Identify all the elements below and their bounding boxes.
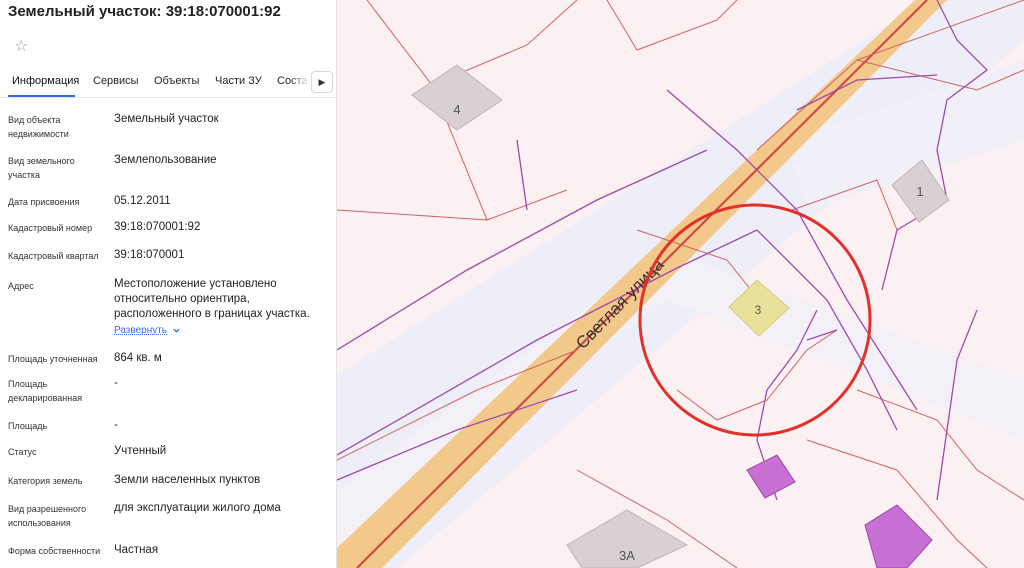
building-4 (411, 64, 503, 131)
field-value-assign-date: 05.12.2011 (114, 195, 171, 207)
tab-fade (290, 66, 310, 97)
tab-info[interactable]: Информация (12, 75, 79, 87)
field-value-parcel-type: Землепользование (114, 154, 217, 166)
field-label-area: Площадь (8, 421, 48, 431)
building-purple-small (746, 454, 796, 499)
field-label-land-category: Категория земель (8, 476, 83, 486)
field-value-area: - (114, 419, 118, 431)
field-label-address: Адрес (8, 281, 34, 291)
field-value-object-type: Земельный участок (114, 113, 219, 125)
field-label-ownership: Форма собственности (8, 546, 101, 556)
building-purple-large (864, 504, 933, 568)
active-tab-indicator (8, 95, 75, 97)
chevron-down-icon[interactable] (172, 326, 181, 335)
field-label-parcel-type: Вид земельного участка (8, 156, 75, 180)
field-label-area-refined: Площадь уточненная (8, 354, 98, 364)
field-value-cadastral-quarter: 39:18:070001 (114, 249, 185, 261)
map-canvas[interactable]: 4 1 3 3А Светлая улица (337, 0, 1024, 568)
building-label-1: 1 (916, 184, 923, 199)
star-icon[interactable]: ☆ (14, 36, 28, 56)
field-value-address: Местоположение установлено относительно … (114, 278, 310, 320)
field-value-land-category: Земли населенных пунктов (114, 474, 261, 486)
chevron-right-icon[interactable]: ▶ (311, 71, 333, 93)
field-value-ownership: Частная (114, 544, 159, 556)
field-value-status: Учтенный (114, 445, 167, 457)
field-value-area-declared: - (114, 377, 118, 389)
info-panel: Земельный участок: 39:18:070001:92 ☆ Инф… (0, 0, 337, 568)
tab-services[interactable]: Сервисы (93, 75, 139, 87)
building-label-3: 3 (755, 303, 762, 317)
building-label-4: 4 (453, 102, 460, 117)
field-label-cadastral-number: Кадастровый номер (8, 223, 93, 233)
expand-link[interactable]: Развернуть (114, 325, 167, 336)
field-label-permitted-use: Вид разрешенного использования (8, 504, 87, 528)
building-label-3a: 3А (619, 548, 635, 563)
page-title: Земельный участок: 39:18:070001:92 (8, 3, 281, 20)
field-label-area-declared: Площадь декларированная (8, 379, 83, 403)
field-label-status: Статус (8, 447, 37, 457)
field-label-cadastral-quarter: Кадастровый квартал (8, 251, 99, 261)
field-label-object-type: Вид объекта недвижимости (8, 115, 69, 139)
field-label-assign-date: Дата присвоения (8, 197, 80, 207)
tab-objects[interactable]: Объекты (154, 75, 199, 87)
tab-parcel-parts[interactable]: Части ЗУ (215, 75, 262, 87)
cadastral-map[interactable]: 4 1 3 3А Светлая улица (337, 0, 1024, 568)
field-value-cadastral-number: 39:18:070001:92 (114, 221, 201, 233)
field-value-area-refined: 864 кв. м (114, 352, 162, 364)
field-value-permitted-use: для эксплуатации жилого дома (114, 502, 281, 514)
tab-bar: Информация Сервисы Объекты Части ЗУ Сост… (0, 66, 336, 98)
